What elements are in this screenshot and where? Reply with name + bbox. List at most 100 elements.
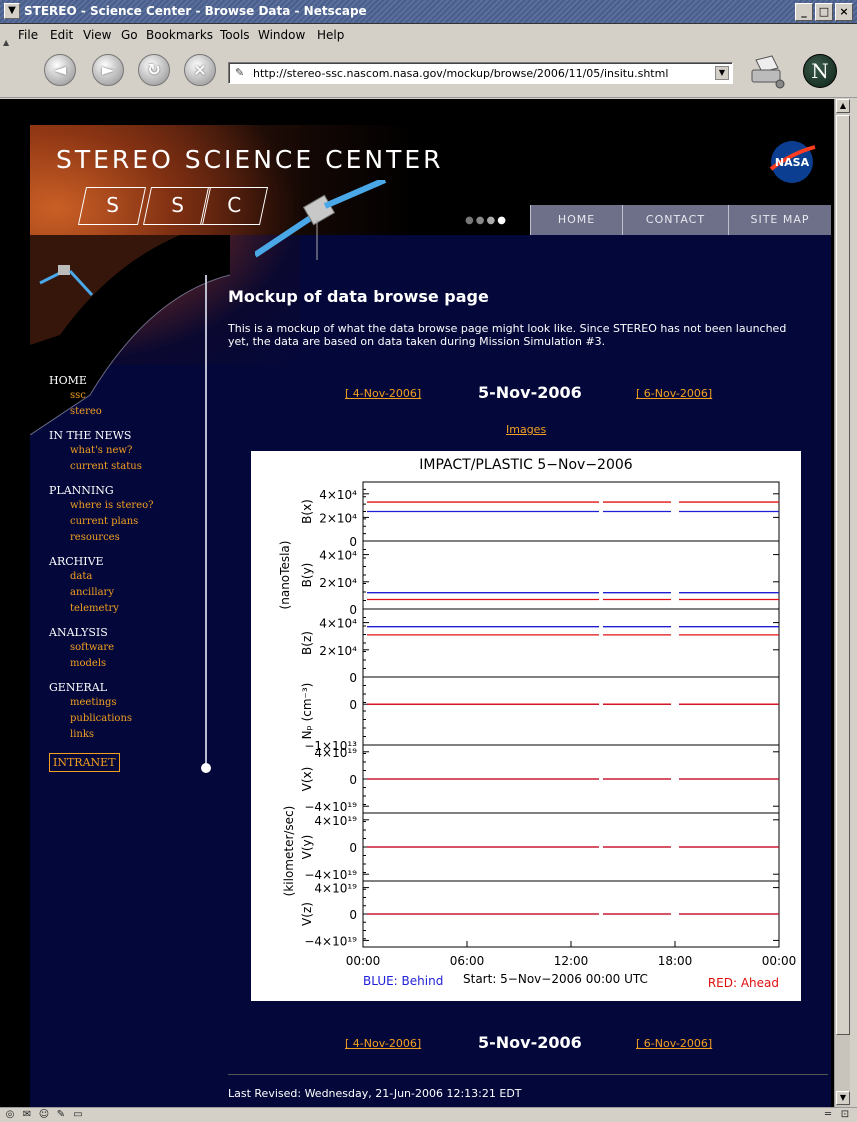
date-nav-top: [ 4-Nov-2006] 5-Nov-2006 [ 6-Nov-2006] xyxy=(228,383,828,405)
x-tick-label: 00:00 xyxy=(346,954,381,968)
url-dropdown-icon[interactable]: ▼ xyxy=(715,66,729,80)
chart-start-label: Start: 5−Nov−2006 00:00 UTC xyxy=(463,972,648,986)
menu-edit[interactable]: Edit xyxy=(50,28,73,42)
y-tick-label: −4×10¹⁹ xyxy=(304,934,357,948)
sidebar-item-resources[interactable]: resources xyxy=(49,530,199,546)
legend-ahead: RED: Ahead xyxy=(708,976,779,990)
sidebar-item-where-is-stereo[interactable]: where is stereo? xyxy=(49,498,199,514)
intro-text: This is a mockup of what the data browse… xyxy=(228,322,787,348)
sidebar-item-software[interactable]: software xyxy=(49,640,199,656)
sidebar-divider xyxy=(205,275,207,765)
x-tick-label: 06:00 xyxy=(450,954,485,968)
y-tick-label: 0 xyxy=(349,698,357,712)
composer-icon[interactable]: ✎ xyxy=(54,1109,68,1121)
images-link[interactable]: Images xyxy=(506,423,546,436)
ssc-letter-box: S xyxy=(77,187,147,225)
prev-date-link[interactable]: [ 4-Nov-2006] xyxy=(345,387,421,400)
panel-frame xyxy=(362,676,780,746)
maximize-icon[interactable]: □ xyxy=(815,3,833,21)
current-date: 5-Nov-2006 xyxy=(478,383,582,402)
netscape-logo-icon[interactable]: N xyxy=(803,54,837,88)
y-tick-label: 2×10⁴ xyxy=(319,511,357,525)
forward-arrow-icon: ► xyxy=(101,60,115,79)
panel-ylabel: V(x) xyxy=(300,767,314,792)
window-menu-icon[interactable]: ▼ xyxy=(4,3,20,19)
page-proxy-icon: ✎ xyxy=(235,66,245,79)
next-date-link[interactable]: [ 6-Nov-2006] xyxy=(636,1037,712,1050)
x-tick-label: 12:00 xyxy=(554,954,589,968)
sidebar-item-whats-new[interactable]: what's new? xyxy=(49,443,199,459)
forward-button[interactable]: ► xyxy=(92,54,124,86)
status-bar: ◎ ✉ ☺ ✎ ▭ ═ ⊡ xyxy=(0,1107,857,1122)
window-title: STEREO - Science Center - Browse Data - … xyxy=(24,4,367,18)
menu-tools[interactable]: Tools xyxy=(220,28,250,42)
sidebar-group-in-the-news[interactable]: IN THE NEWS xyxy=(49,428,199,443)
vertical-scrollbar[interactable]: ▲ ▼ xyxy=(834,99,850,1107)
y-tick-label: 0 xyxy=(349,908,357,922)
sidebar-group-planning[interactable]: PLANNING xyxy=(49,483,199,498)
scroll-thumb[interactable] xyxy=(836,115,850,1035)
panel-ylabel: B(y) xyxy=(300,563,314,588)
sidebar-item-ssc[interactable]: ssc xyxy=(49,388,199,404)
nav-home[interactable]: HOME xyxy=(530,205,622,235)
sidebar-item-meetings[interactable]: meetings xyxy=(49,695,199,711)
nav-contact[interactable]: CONTACT xyxy=(622,205,728,235)
url-input[interactable]: ✎ http://stereo-ssc.nascom.nasa.gov/mock… xyxy=(228,62,733,84)
menu-window[interactable]: Window xyxy=(258,28,305,42)
sidebar-item-ancillary[interactable]: ancillary xyxy=(49,585,199,601)
sidebar-group-analysis[interactable]: ANALYSIS xyxy=(49,625,199,640)
mail-icon[interactable]: ✉ xyxy=(20,1109,34,1121)
title-bar[interactable]: ▼ STEREO - Science Center - Browse Data … xyxy=(0,0,857,24)
sidebar-item-stereo[interactable]: stereo xyxy=(49,404,199,420)
minimize-icon[interactable]: _ xyxy=(795,3,813,21)
sidebar-item-current-plans[interactable]: current plans xyxy=(49,514,199,530)
scroll-down-icon[interactable]: ▼ xyxy=(836,1091,850,1105)
reload-icon: ↻ xyxy=(147,60,161,79)
menu-view[interactable]: View xyxy=(83,28,111,42)
navigator-icon[interactable]: ◎ xyxy=(3,1109,17,1121)
sidebar-item-current-status[interactable]: current status xyxy=(49,459,199,475)
nasa-logo-icon: NASA xyxy=(769,141,816,183)
menu-go[interactable]: Go xyxy=(121,28,138,42)
panel-ylabel: V(y) xyxy=(300,835,314,860)
sidebar-item-data[interactable]: data xyxy=(49,569,199,585)
sidebar-item-links[interactable]: links xyxy=(49,727,199,743)
sidebar-item-publications[interactable]: publications xyxy=(49,711,199,727)
footer-divider xyxy=(228,1074,828,1075)
page-viewport: STEREO SCIENCE CENTER S S C NASA ●●●● HO… xyxy=(0,99,834,1107)
close-icon[interactable]: × xyxy=(835,3,853,21)
impact-plastic-chart: IMPACT/PLASTIC 5−Nov−2006 4×10⁴ 2×10⁴ 0 B(x)… xyxy=(278,457,796,990)
y-tick-label: 2×10⁴ xyxy=(319,576,357,590)
sidebar-group-general[interactable]: GENERAL xyxy=(49,680,199,695)
y-tick-label: 4×10¹⁹ xyxy=(314,882,357,896)
sidebar-item-telemetry[interactable]: telemetry xyxy=(49,601,199,617)
menu-file[interactable]: File xyxy=(18,28,38,42)
sidebar-group-home[interactable]: HOME xyxy=(49,373,199,388)
menu-help[interactable]: Help xyxy=(317,28,344,42)
reload-button[interactable]: ↻ xyxy=(138,54,170,86)
intranet-button[interactable]: INTRANET xyxy=(49,753,120,772)
y-tick-label: 4×10⁴ xyxy=(319,549,357,563)
addressbook-icon[interactable]: ☺ xyxy=(37,1109,51,1121)
next-date-link[interactable]: [ 6-Nov-2006] xyxy=(636,387,712,400)
sidebar-item-models[interactable]: models xyxy=(49,656,199,672)
top-nav: HOME CONTACT SITE MAP xyxy=(530,205,831,235)
menu-bookmarks[interactable]: Bookmarks xyxy=(146,28,213,42)
panel-frame xyxy=(362,608,780,678)
back-button[interactable]: ◄ xyxy=(44,54,76,86)
connection-icon: ═ xyxy=(824,1109,832,1120)
chat-icon[interactable]: ▭ xyxy=(71,1109,85,1121)
url-text: http://stereo-ssc.nascom.nasa.gov/mockup… xyxy=(253,67,669,80)
sidebar-group-archive[interactable]: ARCHIVE xyxy=(49,554,199,569)
stop-button[interactable]: × xyxy=(184,54,216,86)
spacecraft-icon xyxy=(255,180,387,260)
prev-date-link[interactable]: [ 4-Nov-2006] xyxy=(345,1037,421,1050)
scroll-up-icon[interactable]: ▲ xyxy=(836,99,850,113)
nav-site-map[interactable]: SITE MAP xyxy=(728,205,831,235)
print-icon[interactable] xyxy=(748,54,788,90)
panel-ylabel: B(z) xyxy=(300,631,314,655)
y-tick-label: 2×10⁴ xyxy=(319,644,357,658)
y-tick-label: 0 xyxy=(349,603,357,617)
last-revised: Last Revised: Wednesday, 21-Jun-2006 12:… xyxy=(228,1087,522,1100)
progress-dots-icon: ●●●● xyxy=(465,215,508,226)
